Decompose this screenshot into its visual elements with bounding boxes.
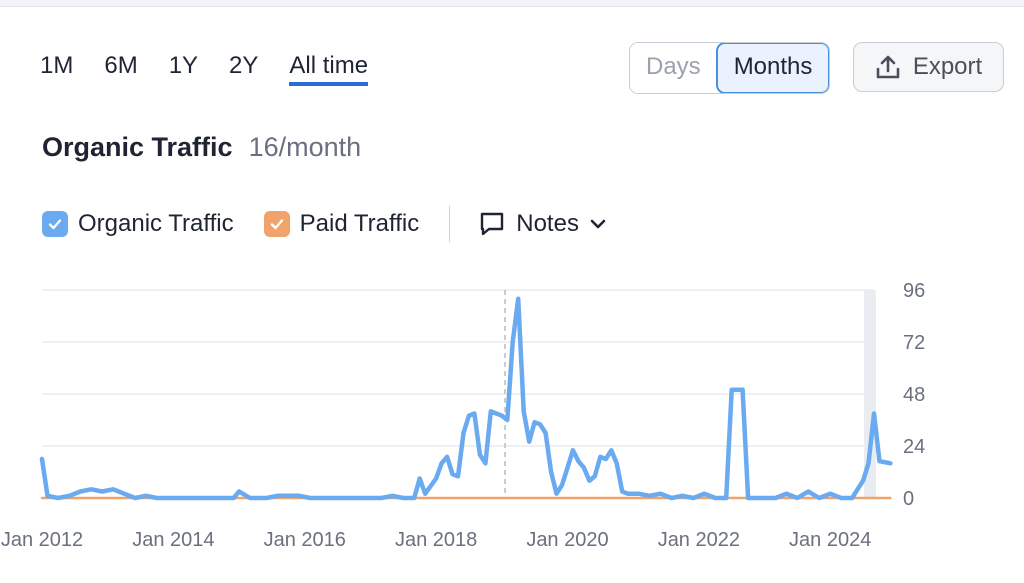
- months-button[interactable]: Months: [715, 43, 830, 93]
- range-2y[interactable]: 2Y: [229, 52, 258, 86]
- notes-icon: [481, 212, 504, 236]
- y-tick-label: 0: [903, 488, 914, 510]
- x-tick-label: Jan 2018: [395, 529, 477, 551]
- range-all-time[interactable]: All time: [289, 52, 369, 86]
- check-icon: [42, 211, 68, 237]
- legend-organic-label: Organic Traffic: [78, 210, 234, 237]
- top-border: [0, 0, 1024, 7]
- range-1y[interactable]: 1Y: [169, 52, 198, 86]
- x-tick-label: Jan 2022: [658, 529, 740, 551]
- legend-divider: [449, 206, 451, 242]
- notes-dropdown[interactable]: Notes: [478, 210, 607, 238]
- export-button[interactable]: Export: [853, 42, 1004, 92]
- x-tick-label: Jan 2016: [264, 529, 346, 551]
- traffic-subtitle: 16/month: [248, 132, 362, 162]
- x-tick-label: Jan 2012: [1, 529, 83, 551]
- days-button[interactable]: Days: [630, 43, 717, 93]
- export-icon: [876, 55, 900, 79]
- y-tick-label: 96: [903, 280, 925, 302]
- range-6m[interactable]: 6M: [104, 52, 137, 86]
- x-tick-label: Jan 2020: [526, 529, 608, 551]
- chart-legend: Organic Traffic Paid Traffic Notes: [42, 206, 607, 242]
- legend-paid-label: Paid Traffic: [299, 210, 420, 237]
- legend-organic[interactable]: Organic Traffic: [42, 210, 234, 238]
- x-tick-label: Jan 2024: [789, 529, 871, 551]
- legend-paid[interactable]: Paid Traffic: [263, 210, 420, 238]
- y-tick-label: 72: [903, 332, 925, 354]
- export-label: Export: [912, 53, 983, 80]
- range-1m[interactable]: 1M: [40, 52, 73, 86]
- granularity-toggle: Days Months: [629, 42, 831, 94]
- page-title: Organic Traffic: [42, 132, 233, 162]
- x-tick-label: Jan 2014: [132, 529, 214, 551]
- chevron-down-icon: [590, 219, 606, 229]
- traffic-chart: 0 24 48 72 96 Jan 2012 Jan 2014 Jan 2016 Jan 20…: [1, 280, 925, 551]
- notes-label: Notes: [516, 210, 579, 237]
- chart-header: Organic Traffic 16/month: [42, 132, 361, 163]
- check-icon: [263, 211, 290, 237]
- y-tick-label: 48: [903, 384, 925, 406]
- organic-traffic-line: [39, 296, 893, 501]
- y-tick-label: 24: [903, 436, 925, 458]
- range-selector: 1M 6M 1Y 2Y All time: [40, 52, 399, 86]
